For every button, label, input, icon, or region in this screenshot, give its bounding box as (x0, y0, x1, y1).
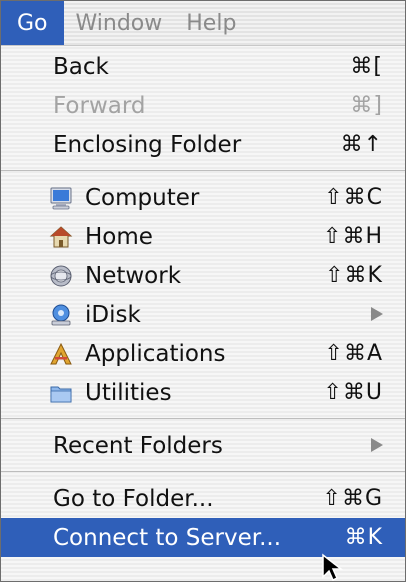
idisk-icon (51, 304, 71, 325)
menu-bar: Go Window Help (1, 1, 405, 46)
menu-item-label: iDisk (85, 301, 141, 328)
submenu-arrow-icon (371, 307, 383, 321)
menu-window[interactable]: Window (64, 1, 175, 45)
computer-icon (50, 187, 72, 209)
menu-item-idisk[interactable]: iDisk (1, 295, 405, 334)
menu-item-go-to-folder[interactable]: Go to Folder... ⇧⌘G (1, 479, 405, 518)
menu-item-shortcut: ⇧⌘A (324, 341, 383, 366)
menu-item-recent-folders[interactable]: Recent Folders (1, 426, 405, 465)
menu-item-shortcut: ⌘↑ (340, 132, 383, 157)
applications-icon (50, 342, 72, 364)
menu-item-home[interactable]: Home ⇧⌘H (1, 217, 405, 256)
home-icon (49, 225, 73, 247)
mouse-pointer-icon (322, 553, 344, 581)
menu-separator (1, 465, 405, 479)
menu-item-label: Recent Folders (53, 432, 223, 459)
go-menu-dropdown: Back ⌘[ Forward ⌘] Enclosing Folder ⌘↑ C… (1, 47, 405, 557)
menu-item-utilities[interactable]: Utilities ⇧⌘U (1, 373, 405, 412)
menu-item-forward: Forward ⌘] (1, 86, 405, 125)
menu-item-shortcut: ⌘] (350, 93, 383, 118)
menu-item-shortcut: ⌘[ (350, 54, 383, 79)
menu-item-back[interactable]: Back ⌘[ (1, 47, 405, 86)
menu-item-enclosing-folder[interactable]: Enclosing Folder ⌘↑ (1, 125, 405, 164)
menu-item-network[interactable]: Network ⇧⌘K (1, 256, 405, 295)
menu-item-shortcut: ⇧⌘K (325, 263, 383, 288)
menu-go[interactable]: Go (1, 1, 64, 45)
network-icon (50, 265, 72, 286)
utilities-icon (50, 386, 72, 402)
menu-item-shortcut: ⇧⌘H (323, 224, 383, 249)
menu-help[interactable]: Help (174, 1, 248, 45)
menu-separator (1, 412, 405, 426)
menu-item-applications[interactable]: Applications ⇧⌘A (1, 334, 405, 373)
menu-item-connect-to-server[interactable]: Connect to Server... ⌘K (1, 518, 405, 557)
menu-item-shortcut: ⌘K (344, 525, 383, 550)
submenu-arrow-icon (371, 438, 383, 452)
menu-item-computer[interactable]: Computer ⇧⌘C (1, 178, 405, 217)
menu-item-shortcut: ⇧⌘C (324, 185, 383, 210)
menu-item-shortcut: ⇧⌘U (323, 380, 383, 405)
go-menu-window: Go Window Help Back ⌘[ Forward ⌘] Enclos… (0, 0, 406, 582)
menu-item-shortcut: ⇧⌘G (322, 486, 383, 511)
menu-separator (1, 164, 405, 178)
